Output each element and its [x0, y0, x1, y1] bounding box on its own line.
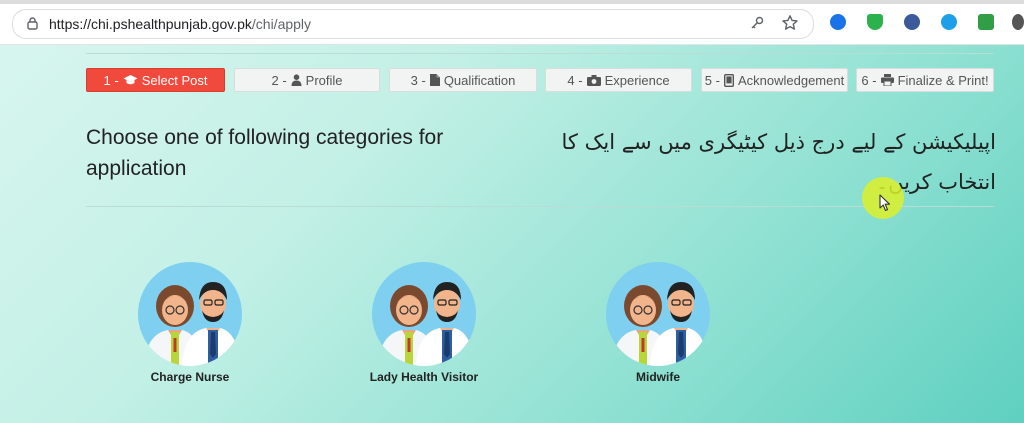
key-icon[interactable] [748, 14, 766, 32]
doctors-illustration-icon [378, 282, 474, 366]
step-number: 1 - [103, 72, 119, 88]
shield-extension-icon[interactable] [867, 14, 883, 30]
printer-icon [880, 74, 894, 86]
category-charge-nurse[interactable]: Charge Nurse [100, 262, 280, 392]
step-label: Finalize & Print! [897, 72, 989, 88]
extension-4-icon[interactable] [941, 14, 957, 30]
extension-5-icon[interactable] [978, 14, 994, 30]
page-heading-urdu: اپیلیکیشن کے لیے درج ذیل کیٹیگری میں سے … [561, 130, 997, 194]
step-label: Qualification [443, 72, 516, 88]
doctors-illustration-icon [612, 282, 708, 366]
application-steps: 1 - Select Post 2 - Profile 3 - Qualific… [86, 68, 996, 94]
url-path: /chi/apply [251, 16, 312, 32]
category-midwife[interactable]: Midwife [568, 262, 748, 392]
category-label: Lady Health Visitor [369, 370, 479, 384]
category-label: Charge Nurse [150, 370, 230, 384]
medical-staff-avatar [372, 262, 476, 366]
step-acknowledgement[interactable]: 5 - Acknowledgement [701, 68, 848, 92]
tablet-icon [723, 73, 734, 87]
step-number: 3 - [410, 72, 426, 88]
step-qualification[interactable]: 3 - Qualification [389, 68, 537, 92]
step-number: 6 - [861, 72, 877, 88]
step-finalize-print[interactable]: 6 - Finalize & Print! [856, 68, 994, 92]
bookmark-star-icon[interactable] [781, 14, 799, 32]
file-icon [429, 74, 440, 86]
step-experience[interactable]: 4 - Experience [545, 68, 692, 92]
top-divider [86, 53, 994, 54]
step-label: Profile [305, 72, 343, 88]
step-select-post[interactable]: 1 - Select Post [86, 68, 225, 92]
site-info-icon[interactable] [27, 17, 38, 30]
page-heading-english: Choose one of following categories for a… [86, 126, 444, 180]
user-icon [291, 74, 302, 86]
extensions-puzzle-icon[interactable] [1012, 14, 1024, 30]
step-label: Acknowledgement [737, 72, 845, 88]
step-number: 5 - [704, 72, 720, 88]
graduation-cap-icon [123, 75, 138, 85]
category-lady-health-visitor[interactable]: Lady Health Visitor [334, 262, 514, 392]
medical-staff-avatar [138, 262, 242, 366]
doctors-illustration-icon [144, 282, 240, 366]
step-number: 2 - [271, 72, 287, 88]
cursor-extension-icon[interactable] [904, 14, 920, 30]
tab-strip-edge [0, 0, 1024, 4]
category-label: Midwife [636, 370, 680, 384]
url-text[interactable]: https://chi.pshealthpunjab.gov.pk/chi/ap… [49, 16, 311, 32]
step-label: Select Post [141, 72, 208, 88]
address-bar[interactable]: https://chi.pshealthpunjab.gov.pk/chi/ap… [12, 9, 814, 39]
mouse-pointer-icon [879, 194, 891, 212]
browser-toolbar: https://chi.pshealthpunjab.gov.pk/chi/ap… [0, 0, 1024, 45]
url-host: https://chi.pshealthpunjab.gov.pk [49, 16, 252, 32]
step-profile[interactable]: 2 - Profile [234, 68, 380, 92]
extension-1-icon[interactable] [830, 14, 846, 30]
heading-divider [86, 206, 994, 207]
step-number: 4 - [567, 72, 583, 88]
step-label: Experience [604, 72, 670, 88]
medical-staff-avatar [606, 262, 710, 366]
camera-icon [586, 74, 601, 86]
